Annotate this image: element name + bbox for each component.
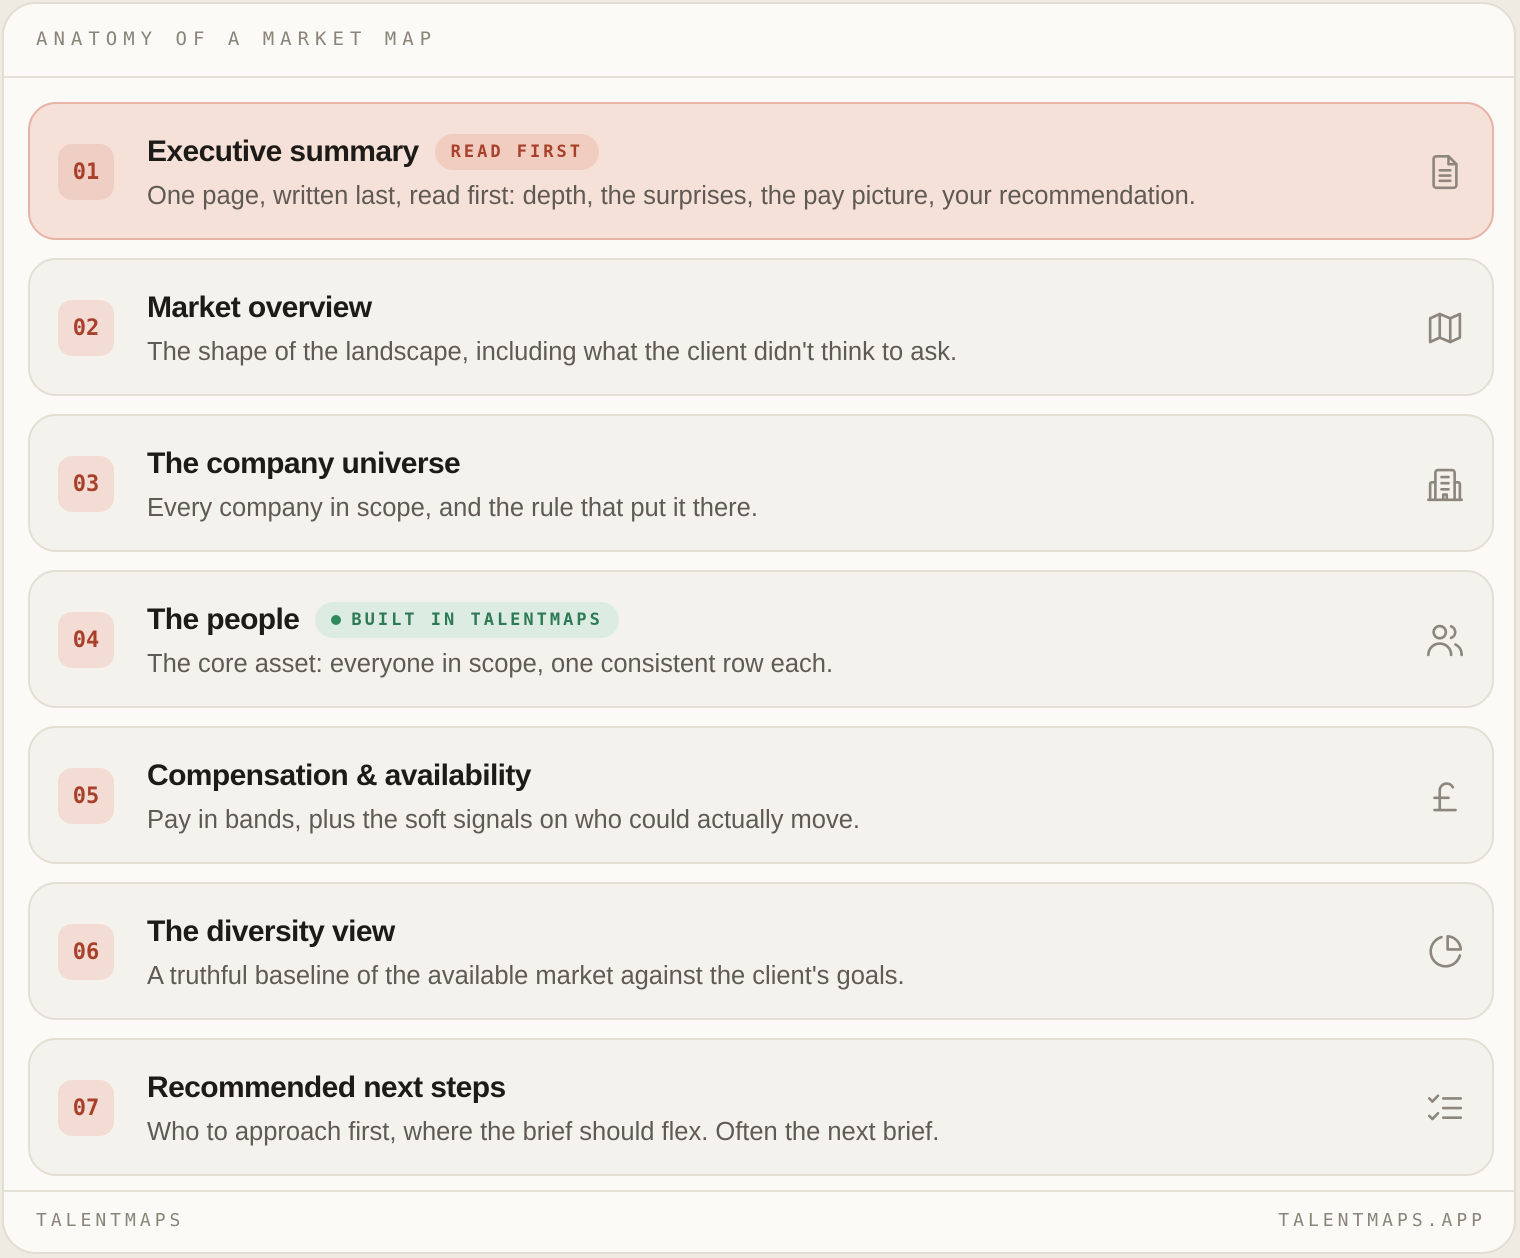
- pound-icon: [1424, 775, 1466, 817]
- document-icon: [1424, 151, 1466, 193]
- map-icon: [1424, 307, 1466, 349]
- section-number: 04: [58, 612, 114, 668]
- section-number: 01: [58, 144, 114, 200]
- section-card-next-steps[interactable]: 07 Recommended next steps Who to approac…: [28, 1038, 1494, 1176]
- footer-brand: TALENTMAPS: [36, 1210, 185, 1231]
- users-icon: [1424, 619, 1466, 661]
- panel-footer: TALENTMAPS TALENTMAPS.APP: [4, 1190, 1514, 1252]
- section-title: Recommended next steps: [147, 1071, 506, 1104]
- section-description: Every company in scope, and the rule tha…: [147, 494, 758, 522]
- section-title: The company universe: [147, 447, 461, 480]
- footer-url-link[interactable]: TALENTMAPS.APP: [1278, 1210, 1486, 1231]
- built-in-talentmaps-badge: BUILT IN TALENTMAPS: [315, 602, 619, 638]
- market-map-panel: ANATOMY OF A MARKET MAP 01 Executive sum…: [2, 2, 1516, 1254]
- section-title: Compensation & availability: [147, 759, 532, 792]
- section-title: Executive summary: [147, 135, 419, 168]
- section-title: The people: [147, 603, 300, 636]
- section-description: Who to approach first, where the brief s…: [147, 1118, 940, 1146]
- section-number: 02: [58, 300, 114, 356]
- section-card-compensation[interactable]: 05 Compensation & availability Pay in ba…: [28, 726, 1494, 864]
- section-card-executive-summary[interactable]: 01 Executive summary READ FIRST One page…: [28, 102, 1494, 240]
- section-number: 05: [58, 768, 114, 824]
- section-card-the-people[interactable]: 04 The people BUILT IN TALENTMAPS The co…: [28, 570, 1494, 708]
- section-card-market-overview[interactable]: 02 Market overview The shape of the land…: [28, 258, 1494, 396]
- section-number: 03: [58, 456, 114, 512]
- section-card-company-universe[interactable]: 03 The company universe Every company in…: [28, 414, 1494, 552]
- checklist-icon: [1424, 1087, 1466, 1129]
- section-number: 07: [58, 1080, 114, 1136]
- section-description: The core asset: everyone in scope, one c…: [147, 650, 834, 678]
- building-icon: [1424, 463, 1466, 505]
- section-list: 01 Executive summary READ FIRST One page…: [28, 102, 1494, 1194]
- panel-header: ANATOMY OF A MARKET MAP: [4, 4, 1514, 78]
- section-description: The shape of the landscape, including wh…: [147, 338, 958, 366]
- read-first-badge: READ FIRST: [434, 134, 599, 170]
- section-title: Market overview: [147, 291, 372, 324]
- eyebrow-title: ANATOMY OF A MARKET MAP: [36, 28, 438, 50]
- section-description: Pay in bands, plus the soft signals on w…: [147, 806, 860, 834]
- section-number: 06: [58, 924, 114, 980]
- section-title: The diversity view: [147, 915, 395, 948]
- section-description: One page, written last, read first: dept…: [147, 182, 1196, 210]
- section-card-diversity-view[interactable]: 06 The diversity view A truthful baselin…: [28, 882, 1494, 1020]
- section-description: A truthful baseline of the available mar…: [147, 962, 905, 990]
- pie-chart-icon: [1424, 931, 1466, 973]
- status-dot: [331, 615, 342, 625]
